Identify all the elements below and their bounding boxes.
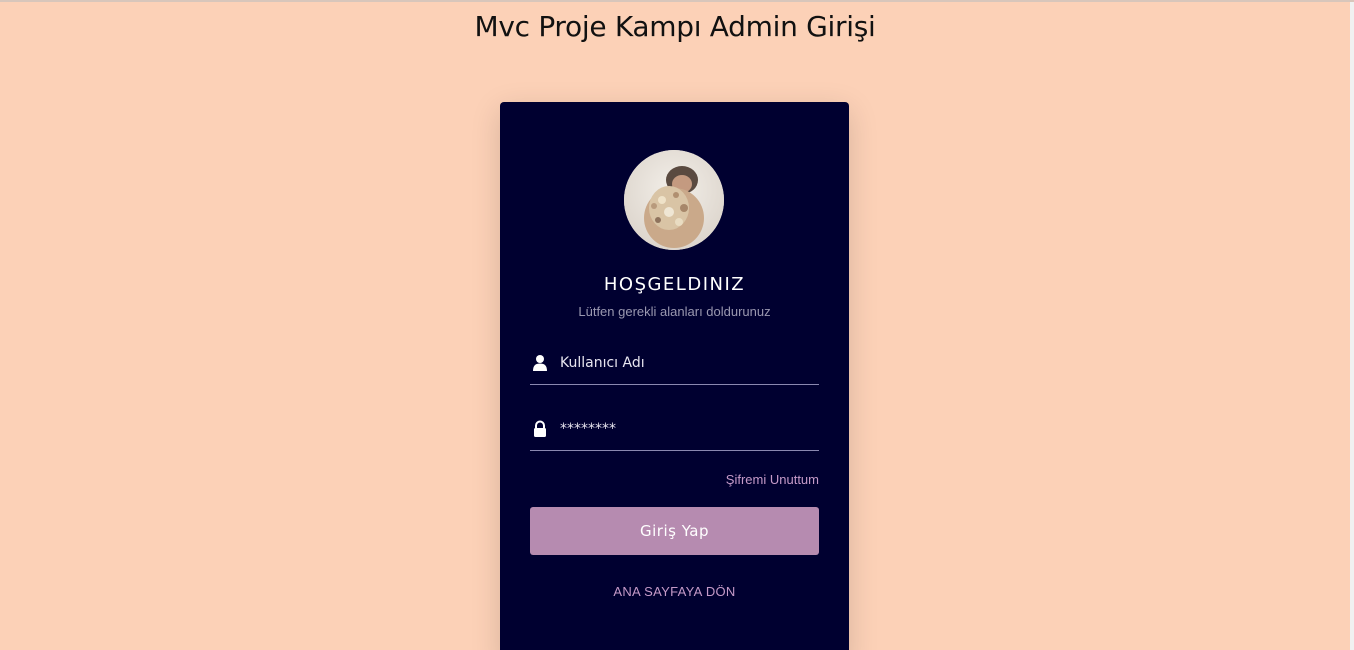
lock-icon (532, 420, 548, 438)
welcome-heading: HOŞGELDINIZ (603, 274, 746, 295)
user-icon (532, 354, 548, 372)
login-button[interactable]: Giriş Yap (530, 507, 819, 555)
forgot-password-link[interactable]: Şifremi Unuttum (726, 472, 819, 487)
avatar (624, 150, 724, 250)
login-card: HOŞGELDINIZ Lütfen gerekli alanları dold… (500, 102, 849, 650)
username-input[interactable] (560, 350, 815, 376)
user-photo-icon (624, 150, 724, 250)
page-title: Mvc Proje Kampı Admin Girişi (474, 10, 876, 43)
username-field (530, 344, 819, 385)
subtitle: Lütfen gerekli alanları doldurunuz (578, 304, 771, 319)
password-input[interactable] (560, 416, 815, 442)
back-to-home-link[interactable]: ANA SAYFAYA DÖN (500, 584, 849, 599)
scrollbar[interactable] (1350, 2, 1354, 650)
password-field (530, 410, 819, 451)
login-page: Mvc Proje Kampı Admin Girişi HOŞGELDINIZ… (0, 0, 1354, 650)
